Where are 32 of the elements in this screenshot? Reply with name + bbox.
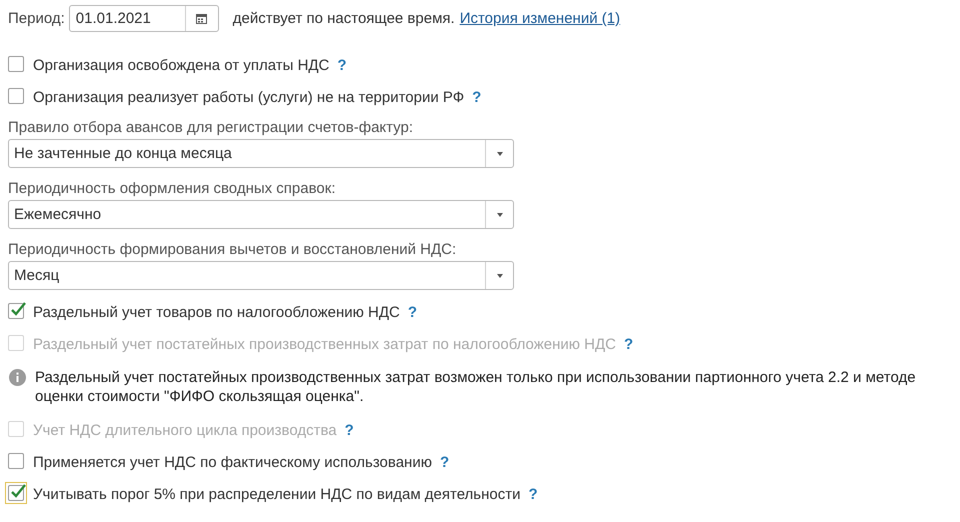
checkbox[interactable] [8,302,24,318]
checkbox-label: Учет НДС длительного цикла производства [33,422,337,438]
dropdown-caret-icon[interactable] [496,274,502,278]
dropdown-field[interactable]: Ежемесячно [8,200,514,229]
help-mark[interactable]: ? [440,454,450,470]
checkbox[interactable] [8,88,24,104]
help-mark[interactable]: ? [408,304,418,320]
checkbox-label: Организация реализует работы (услуги) не на территории РФ [33,88,464,106]
period-note: действует по настоящее время. [232,10,455,27]
dropdown-field[interactable]: Месяц [8,261,514,290]
calendar-icon[interactable] [196,13,208,24]
date-field[interactable]: 01.01.2021 [68,5,219,32]
help-mark[interactable]: ? [472,88,482,106]
checkbox[interactable] [8,56,24,72]
info-icon [9,369,26,386]
checkbox-label: Организация освобождена от уплаты НДС [33,56,330,74]
help-mark[interactable]: ? [337,56,347,74]
period-label: Период: [8,10,65,27]
help-mark[interactable]: ? [528,486,538,502]
info-message: Раздельный учет постатейных производственных затрат возможен только при использовании партионного учета 2.2 и методе оценки стоимости "ФИФО скользящая оценка". [35,368,917,406]
checkbox-label: Раздельный учет товаров по налогообложению НДС [33,304,400,320]
dropdown-caret-icon[interactable] [496,212,502,216]
dropdown-field[interactable]: Не зачтенные до конца месяца [8,139,514,168]
field-label: Правило отбора авансов для регистрации счетов-фактур: [8,118,414,138]
dropdown-caret-icon[interactable] [496,152,502,156]
history-link[interactable]: История изменений (1) [460,10,620,27]
checkbox[interactable] [8,452,24,468]
checkbox-label: Учитывать порог 5% при распределении НДС по видам деятельности [33,486,520,502]
field-label: Периодичность формирования вычетов и восстановлений НДС: [8,240,458,260]
checkbox-label: Раздельный учет постатейных производственных затрат по налогообложению НДС [33,336,616,352]
checkbox-label: Применяется учет НДС по фактическому использованию [33,454,432,470]
field-label: Периодичность оформления сводных справок: [8,179,336,199]
